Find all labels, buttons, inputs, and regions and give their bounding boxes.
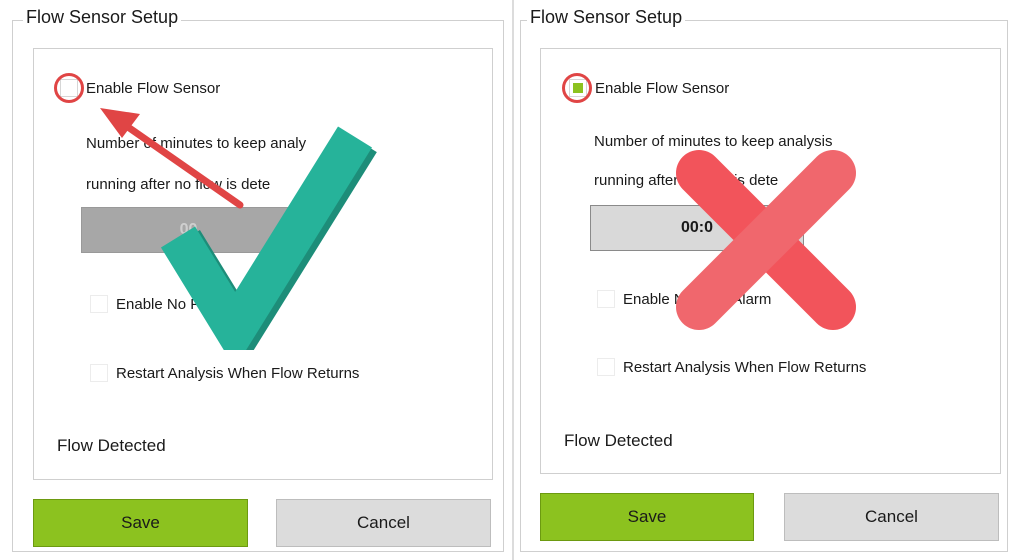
save-label: Save <box>627 507 667 526</box>
group-title: Flow Sensor Setup <box>23 7 182 28</box>
flow-status-text: Flow Detected <box>564 431 673 450</box>
no-flow-alarm-label: Enable No Flow Alarm <box>116 295 265 313</box>
enable-no-flow-alarm-checkbox[interactable]: Enable No Flow Alarm <box>597 290 771 308</box>
cancel-label: Cancel <box>865 507 918 526</box>
time-value: 00:0 <box>680 219 714 236</box>
highlight-circle <box>562 73 592 103</box>
no-flow-alarm-label: Enable No Flow Alarm <box>623 290 772 308</box>
enable-flow-sensor-checkbox[interactable]: Enable Flow Sensor <box>60 79 220 97</box>
restart-analysis-label: Restart Analysis When Flow Returns <box>623 358 867 376</box>
time-value: 00 <box>179 221 198 238</box>
restart-analysis-checkbox[interactable]: Restart Analysis When Flow Returns <box>597 358 866 376</box>
minutes-time-input[interactable]: 00 <box>81 207 296 253</box>
highlight-circle <box>54 73 84 103</box>
enable-flow-sensor-checkbox[interactable]: Enable Flow Sensor <box>569 79 729 97</box>
settings-frame <box>540 48 1001 474</box>
minutes-description-line1: Number of minutes to keep analysis <box>594 133 833 150</box>
save-label: Save <box>121 513 160 532</box>
restart-analysis-label: Restart Analysis When Flow Returns <box>116 364 360 382</box>
minutes-time-input[interactable]: 00:0 <box>590 205 804 251</box>
flow-status-text: Flow Detected <box>57 436 166 455</box>
save-button[interactable]: Save <box>33 499 248 547</box>
minutes-description-line2: running after no flow is dete <box>594 172 779 189</box>
restart-analysis-box[interactable] <box>90 364 108 382</box>
cancel-button[interactable]: Cancel <box>784 493 999 541</box>
right-settings-panel: Flow Sensor Setup Enable Flow Sensor Num… <box>516 0 1010 560</box>
minutes-description-line1: Number of minutes to keep analy <box>86 135 307 152</box>
left-settings-panel: Flow Sensor Setup Enable Flow Sensor Num… <box>0 0 510 560</box>
cancel-button[interactable]: Cancel <box>276 499 491 547</box>
save-button[interactable]: Save <box>540 493 754 541</box>
no-flow-alarm-box[interactable] <box>90 295 108 313</box>
minutes-description-line2: running after no flow is dete <box>86 176 271 193</box>
no-flow-alarm-box[interactable] <box>597 290 615 308</box>
restart-analysis-checkbox[interactable]: Restart Analysis When Flow Returns <box>90 364 359 382</box>
group-title: Flow Sensor Setup <box>527 7 686 28</box>
settings-frame <box>33 48 493 480</box>
cancel-label: Cancel <box>357 513 410 532</box>
restart-analysis-box[interactable] <box>597 358 615 376</box>
enable-flow-sensor-label: Enable Flow Sensor <box>86 79 221 97</box>
panel-divider <box>512 0 514 560</box>
enable-flow-sensor-label: Enable Flow Sensor <box>595 79 730 97</box>
enable-no-flow-alarm-checkbox[interactable]: Enable No Flow Alarm <box>90 295 264 313</box>
